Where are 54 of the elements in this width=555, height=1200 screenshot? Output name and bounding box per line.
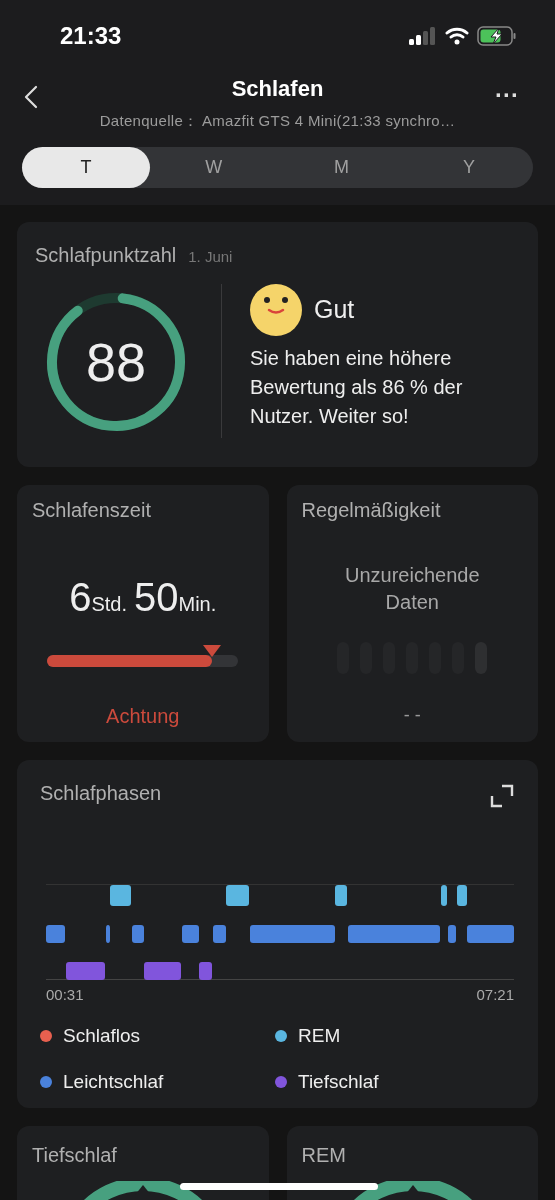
sleep-phase-bar	[335, 885, 347, 906]
hours-value: 6	[69, 574, 92, 621]
wifi-icon	[445, 27, 469, 45]
score-date: 1. Juni	[188, 247, 233, 267]
regularity-message: Unzureichende Daten	[344, 563, 481, 615]
expand-icon	[490, 784, 514, 808]
card-title: Regelmäßigkeit	[301, 498, 441, 523]
period-tab[interactable]: Y	[405, 147, 533, 188]
sleep-phase-bar	[106, 925, 110, 943]
legend-label: Schlaflos	[63, 1024, 141, 1048]
sleep-phase-bar	[182, 925, 199, 943]
card-title: REM	[301, 1144, 346, 1166]
axis-start-time: 00:31	[46, 985, 84, 1005]
marker-icon	[202, 645, 221, 657]
sleep-phase-bar	[110, 885, 131, 906]
expand-button[interactable]	[490, 784, 514, 808]
sleep-phase-bar	[226, 885, 249, 906]
sleep-phase-bar	[213, 925, 226, 943]
card-title: Schlafpunktzahl	[35, 243, 177, 268]
sleep-phase-bar	[66, 962, 105, 980]
sleep-phase-bar	[467, 925, 514, 943]
more-button[interactable]: ···	[495, 80, 519, 110]
hours-unit: Std.	[91, 592, 127, 617]
score-value: 88	[85, 330, 147, 394]
legend-label: Leichtschlaf	[63, 1069, 164, 1094]
score-message: Sie haben eine höhere Bewertung als 86 % der Nutzer. Weiter so!	[250, 346, 464, 429]
sleep-phase-bar	[144, 962, 181, 980]
data-source-text: Datenquelle： Amazfit GTS 4 Mini(21:33 synchro…	[99, 111, 456, 131]
rating-label: Gut	[314, 294, 355, 326]
sleep-phase-bar	[448, 925, 456, 943]
minutes-value: 50	[134, 574, 179, 621]
card-title: Schlafenszeit	[32, 498, 151, 523]
sleep-phase-bar	[46, 925, 65, 943]
signal-icon	[409, 27, 437, 45]
period-tab[interactable]: W	[149, 147, 278, 188]
axis-end-time: 07:21	[476, 985, 514, 1005]
status-time: 21:33	[60, 21, 122, 51]
sleep-phase-bar	[457, 885, 467, 906]
regularity-value: - -	[403, 704, 421, 727]
card-title: Schlafphasen	[40, 781, 162, 806]
minutes-unit: Min.	[178, 592, 217, 617]
legend-label: Tiefschlaf	[298, 1069, 379, 1094]
smiley-icon	[250, 284, 302, 336]
back-chevron-icon	[24, 85, 38, 109]
period-tab[interactable]: M	[277, 147, 406, 188]
page-title: Schlafen	[231, 75, 324, 103]
duration-status: Achtung	[106, 704, 180, 729]
battery-charging-icon	[477, 26, 517, 46]
sleep-phase-bar	[441, 885, 447, 906]
card-title: Tiefschlaf	[32, 1144, 117, 1166]
period-tab[interactable]: T	[22, 147, 150, 188]
sleep-phase-bar	[132, 925, 144, 943]
legend-label: REM	[298, 1024, 341, 1048]
sleep-phase-bar	[199, 962, 212, 980]
